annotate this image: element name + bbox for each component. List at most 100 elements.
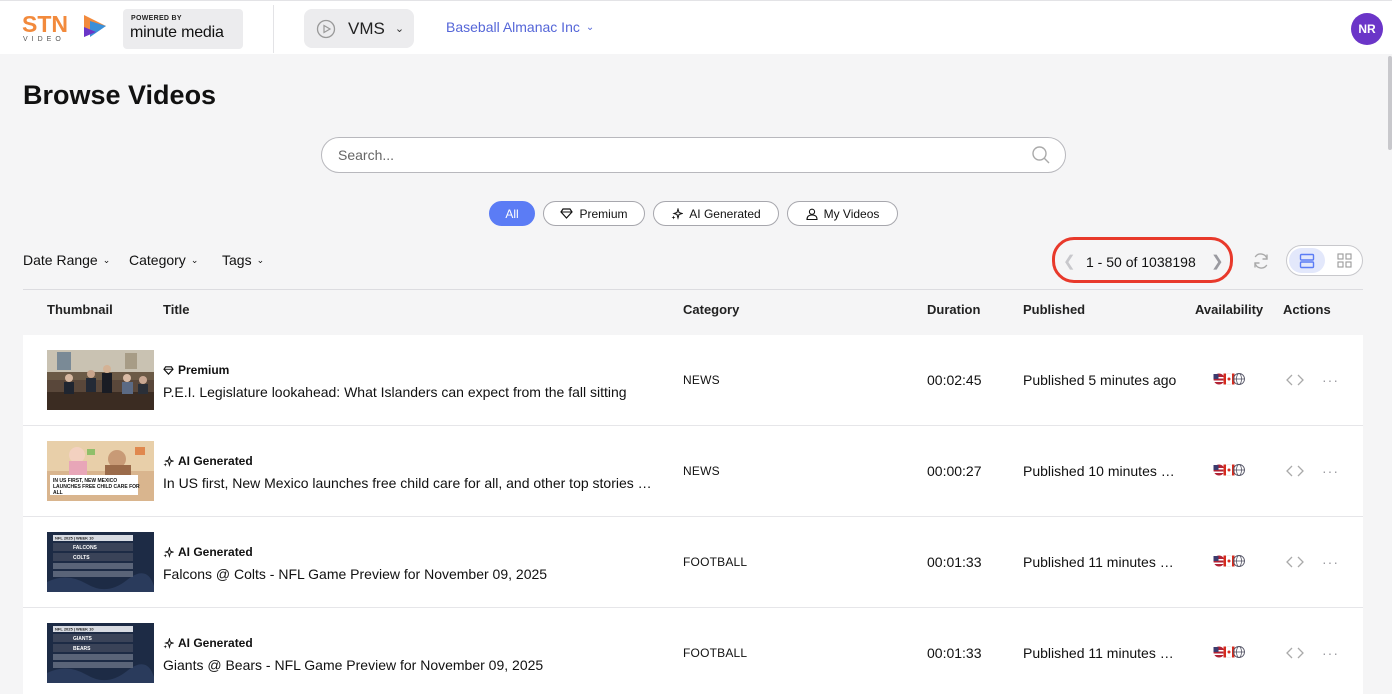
video-title[interactable]: In US first, New Mexico launches free ch… <box>163 475 653 491</box>
video-title[interactable]: Giants @ Bears - NFL Game Preview for No… <box>163 657 658 673</box>
availability-flags-icon <box>1213 555 1245 567</box>
column-header-availability: Availability <box>1195 302 1264 317</box>
video-badge: AI Generated <box>163 454 253 468</box>
video-published: Published 5 minutes ago <box>1023 372 1177 388</box>
chevron-down-icon: ⌄ <box>256 254 265 265</box>
badge-label: AI Generated <box>178 636 253 650</box>
user-initials: NR <box>1358 22 1376 36</box>
badge-label: AI Generated <box>178 454 253 468</box>
stn-play-icon <box>84 15 106 37</box>
play-circle-icon <box>316 19 336 38</box>
svg-text:NFL 2025 | WEEK 10: NFL 2025 | WEEK 10 <box>55 627 94 632</box>
video-thumbnail[interactable]: NFL 2025 | WEEK 10 FALCONS COLTS <box>47 532 154 592</box>
video-published: Published 10 minutes ago <box>1023 463 1179 479</box>
video-badge: Premium <box>163 363 229 377</box>
table-row[interactable]: NFL 2025 | WEEK 10 FALCONS COLTS AI Gene… <box>23 517 1363 607</box>
table-row[interactable]: IN US FIRST, NEW MEXICO LAUNCHES FREE CH… <box>23 426 1363 516</box>
stn-logo-text: STN <box>22 11 68 37</box>
table-row[interactable]: Premium P.E.I. Legislature lookahead: Wh… <box>23 335 1363 425</box>
column-header-duration: Duration <box>927 302 981 317</box>
date-range-dropdown[interactable]: Date Range ⌄ <box>23 252 110 268</box>
video-thumbnail[interactable]: IN US FIRST, NEW MEXICO LAUNCHES FREE CH… <box>47 441 154 501</box>
dropdown-label: Tags <box>222 252 252 268</box>
powered-by-label: POWERED BY <box>131 15 182 22</box>
diamond-icon <box>163 365 174 375</box>
app-switcher-label: VMS <box>348 18 385 38</box>
category-dropdown[interactable]: Category ⌄ <box>129 252 198 268</box>
embed-code-icon[interactable] <box>1286 465 1304 477</box>
page-title: Browse Videos <box>23 80 217 110</box>
svg-text:BEARS: BEARS <box>73 646 91 652</box>
sparkle-icon <box>163 546 174 558</box>
tags-dropdown[interactable]: Tags ⌄ <box>222 252 264 268</box>
user-avatar[interactable]: NR <box>1351 13 1383 45</box>
column-header-actions: Actions <box>1283 302 1331 317</box>
availability-flags-icon <box>1213 464 1245 476</box>
view-mode-toggle <box>1286 245 1363 276</box>
chevron-down-icon: ⌄ <box>394 23 405 35</box>
table-row[interactable]: NFL 2025 | WEEK 10 GIANTS BEARS AI Gener… <box>23 608 1363 694</box>
column-header-published: Published <box>1023 302 1086 317</box>
refresh-icon[interactable] <box>1251 251 1271 271</box>
availability-flags-icon <box>1213 646 1245 658</box>
video-category: FOOTBALL <box>683 555 748 569</box>
stn-logo-subtext: VIDEO <box>23 36 65 43</box>
video-thumbnail[interactable] <box>47 350 154 410</box>
filter-chip-my-videos[interactable]: My Videos <box>787 201 898 226</box>
filter-chip-all[interactable]: All <box>489 201 535 226</box>
filter-chip-ai-generated[interactable]: AI Generated <box>653 201 779 226</box>
grid-view-icon <box>1336 253 1352 268</box>
search-input[interactable] <box>338 145 1018 165</box>
badge-label: Premium <box>178 363 230 377</box>
filter-chip-label: My Videos <box>823 206 880 221</box>
column-header-thumbnail: Thumbnail <box>47 302 113 317</box>
availability-flags-icon <box>1213 373 1245 385</box>
video-published: Published 11 minutes ago <box>1023 554 1179 570</box>
video-category: NEWS <box>683 464 720 478</box>
video-badge: AI Generated <box>163 545 253 559</box>
more-options-icon[interactable]: ··· <box>1322 645 1339 661</box>
list-view-button[interactable] <box>1289 248 1325 273</box>
video-thumbnail[interactable]: NFL 2025 | WEEK 10 GIANTS BEARS <box>47 623 154 683</box>
list-view-icon <box>1299 253 1315 268</box>
table-divider <box>23 289 1363 290</box>
video-badge: AI Generated <box>163 636 253 650</box>
search-box[interactable] <box>321 137 1066 173</box>
svg-text:LAUNCHES FREE CHILD CARE FOR: LAUNCHES FREE CHILD CARE FOR <box>53 484 140 490</box>
embed-code-icon[interactable] <box>1286 647 1304 659</box>
video-published: Published 11 minutes ago <box>1023 645 1179 661</box>
header-divider <box>273 5 274 53</box>
search-icon[interactable] <box>1031 145 1051 165</box>
user-icon <box>806 208 818 220</box>
filter-chip-label: Premium <box>579 206 628 221</box>
video-title[interactable]: Falcons @ Colts - NFL Game Preview for N… <box>163 566 658 582</box>
badge-label: AI Generated <box>178 545 253 559</box>
more-options-icon[interactable]: ··· <box>1322 463 1339 479</box>
top-bar: STN VIDEO POWERED BY minute media VMS ⌄ … <box>0 0 1392 54</box>
organization-selector[interactable]: Baseball Almanac Inc ⌄ <box>446 19 594 35</box>
video-title[interactable]: P.E.I. Legislature lookahead: What Islan… <box>163 384 658 400</box>
video-duration: 00:01:33 <box>927 554 982 570</box>
chevron-down-icon: ⌄ <box>585 21 595 33</box>
app-switcher-button[interactable]: VMS ⌄ <box>304 9 414 48</box>
more-options-icon[interactable]: ··· <box>1322 372 1339 388</box>
video-category: FOOTBALL <box>683 646 748 660</box>
more-options-icon[interactable]: ··· <box>1322 554 1339 570</box>
column-header-category: Category <box>683 302 740 317</box>
svg-text:GIANTS: GIANTS <box>73 636 93 642</box>
svg-text:COLTS: COLTS <box>73 555 90 561</box>
video-duration: 00:02:45 <box>927 372 982 388</box>
video-duration: 00:00:27 <box>927 463 982 479</box>
chevron-down-icon: ⌄ <box>190 254 199 265</box>
filter-chip-premium[interactable]: Premium <box>543 201 645 226</box>
embed-code-icon[interactable] <box>1286 556 1304 568</box>
grid-view-button[interactable] <box>1327 248 1361 273</box>
embed-code-icon[interactable] <box>1286 374 1304 386</box>
minute-media-name: minute media <box>130 24 224 41</box>
pagination-highlight-annotation <box>1052 237 1233 283</box>
page-scrollbar[interactable] <box>1388 56 1392 150</box>
stn-video-logo[interactable]: STN VIDEO <box>22 11 108 45</box>
sparkle-icon <box>163 455 174 467</box>
svg-text:ALL: ALL <box>53 490 63 496</box>
svg-text:NFL 2025 | WEEK 10: NFL 2025 | WEEK 10 <box>55 536 94 541</box>
